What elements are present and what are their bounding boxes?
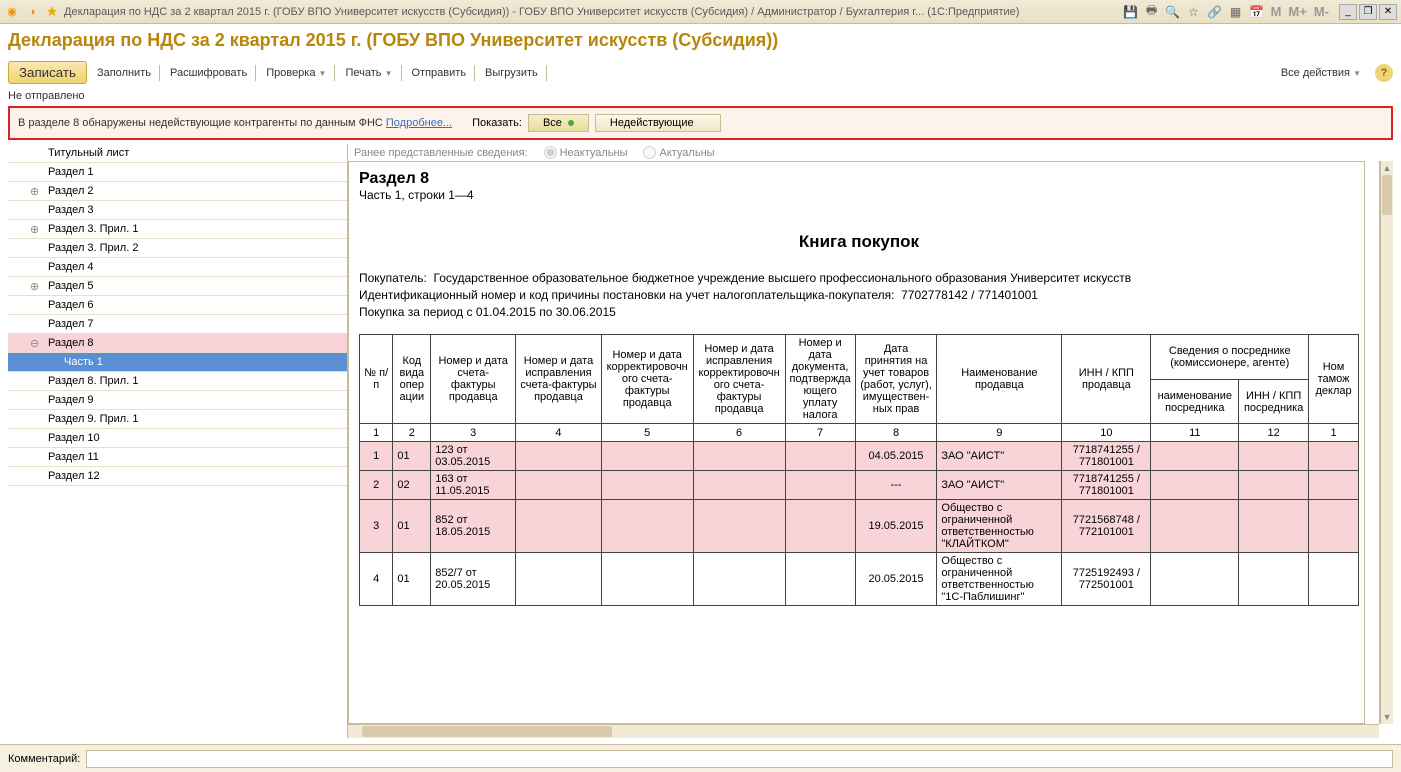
report-content[interactable]: Раздел 8 Часть 1, строки 1—4 Книга покуп…: [348, 161, 1365, 724]
main-area: Декларация по НДС за 2 квартал 2015 г. (…: [0, 24, 1401, 744]
calendar-icon[interactable]: 📅: [1248, 4, 1266, 20]
table-row[interactable]: 101123 от 03.05.201504.05.2015ЗАО "АИСТ"…: [360, 442, 1359, 471]
m-plus-button[interactable]: M+: [1286, 4, 1308, 19]
sidebar-item[interactable]: Титульный лист: [8, 144, 347, 163]
star-icon[interactable]: ☆: [1185, 4, 1203, 20]
sidebar: Титульный листРаздел 1Раздел 2Раздел 3Ра…: [8, 144, 348, 738]
radio-neactual: [544, 146, 557, 159]
write-button[interactable]: Записать: [8, 61, 87, 84]
warning-text: В разделе 8 обнаружены недействующие кон…: [18, 117, 452, 129]
print-button[interactable]: Печать ▼: [341, 65, 401, 81]
section-subtitle: Часть 1, строки 1—4: [359, 188, 1359, 202]
horizontal-scrollbar[interactable]: [348, 724, 1379, 738]
chevron-down-icon: ▼: [385, 69, 393, 78]
minimize-button[interactable]: _: [1339, 4, 1357, 20]
send-button[interactable]: Отправить: [408, 65, 476, 81]
export-button[interactable]: Выгрузить: [481, 65, 547, 81]
app-icon: ◉: [4, 4, 20, 20]
check-button[interactable]: Проверка ▼: [262, 65, 335, 81]
table-row[interactable]: 202163 от 11.05.2015---ЗАО "АИСТ"7718741…: [360, 471, 1359, 500]
sidebar-item[interactable]: Раздел 6: [8, 296, 347, 315]
all-actions-button[interactable]: Все действия ▼: [1277, 65, 1369, 81]
sidebar-item[interactable]: Раздел 3: [8, 201, 347, 220]
titlebar: ◉ ◑ ★ Декларация по НДС за 2 квартал 201…: [0, 0, 1401, 24]
sidebar-item[interactable]: Раздел 9: [8, 391, 347, 410]
fill-button[interactable]: Заполнить: [93, 65, 160, 81]
sidebar-item[interactable]: Раздел 4: [8, 258, 347, 277]
report-meta: Ранее представленные сведения: Неактуаль…: [348, 144, 1393, 161]
sidebar-item[interactable]: Раздел 7: [8, 315, 347, 334]
sidebar-item[interactable]: Часть 1: [8, 353, 347, 372]
footer: Комментарий:: [0, 744, 1401, 772]
sidebar-item[interactable]: Раздел 1: [8, 163, 347, 182]
close-button[interactable]: ✕: [1379, 4, 1397, 20]
table-row[interactable]: 401852/7 от 20.05.201520.05.2015Общество…: [360, 553, 1359, 606]
chevron-down-icon: ▼: [319, 69, 327, 78]
sidebar-item[interactable]: Раздел 8: [8, 334, 347, 353]
report-panel: Ранее представленные сведения: Неактуаль…: [348, 144, 1393, 738]
favorite-icon[interactable]: ★: [44, 4, 60, 20]
m-minus-button[interactable]: M-: [1312, 4, 1331, 19]
vertical-scrollbar[interactable]: ▲ ▼: [1379, 161, 1393, 724]
status-line: Не отправлено: [8, 90, 1393, 102]
sidebar-item[interactable]: Раздел 10: [8, 429, 347, 448]
help-icon[interactable]: ?: [1375, 64, 1393, 82]
decode-button[interactable]: Расшифровать: [166, 65, 256, 81]
table-row[interactable]: 301852 от 18.05.201519.05.2015Общество с…: [360, 500, 1359, 553]
window-title: Декларация по НДС за 2 квартал 2015 г. (…: [64, 6, 1118, 18]
link-icon[interactable]: 🔗: [1206, 4, 1224, 20]
warning-box: В разделе 8 обнаружены недействующие кон…: [8, 106, 1393, 140]
sidebar-item[interactable]: Раздел 3. Прил. 2: [8, 239, 347, 258]
sidebar-item[interactable]: Раздел 2: [8, 182, 347, 201]
print-icon[interactable]: 🖶: [1143, 4, 1161, 20]
nav-back-icon[interactable]: ◑: [24, 4, 40, 20]
book-title: Книга покупок: [359, 232, 1359, 252]
purchase-table: № п/пКод вида опер ацииНомер и дата счет…: [359, 334, 1359, 606]
sidebar-item[interactable]: Раздел 3. Прил. 1: [8, 220, 347, 239]
sidebar-item[interactable]: Раздел 5: [8, 277, 347, 296]
dot-icon: [568, 120, 574, 126]
show-label: Показать:: [472, 117, 522, 129]
m-button[interactable]: M: [1269, 4, 1284, 19]
comment-label: Комментарий:: [8, 753, 80, 765]
sidebar-item[interactable]: Раздел 11: [8, 448, 347, 467]
filter-inactive-button[interactable]: Недействующие: [595, 114, 721, 132]
comment-input[interactable]: [86, 750, 1393, 768]
buyer-info: Покупатель: Государственное образователь…: [359, 270, 1359, 320]
sidebar-item[interactable]: Раздел 12: [8, 467, 347, 486]
sidebar-item[interactable]: Раздел 8. Прил. 1: [8, 372, 347, 391]
section-title: Раздел 8: [359, 170, 1359, 188]
titlebar-tools: 💾 🖶 🔍 ☆ 🔗 ▦ 📅 M M+ M-: [1122, 4, 1331, 20]
filter-all-button[interactable]: Все: [528, 114, 589, 132]
save-icon[interactable]: 💾: [1122, 4, 1140, 20]
calc-icon[interactable]: ▦: [1227, 4, 1245, 20]
page-title: Декларация по НДС за 2 квартал 2015 г. (…: [8, 30, 1393, 51]
radio-actual: [643, 146, 656, 159]
toolbar: Записать Заполнить Расшифровать Проверка…: [8, 61, 1393, 84]
chevron-down-icon: ▼: [1353, 69, 1361, 78]
details-link[interactable]: Подробнее...: [386, 117, 452, 129]
search-icon[interactable]: 🔍: [1164, 4, 1182, 20]
window-controls: _ ❐ ✕: [1339, 4, 1397, 20]
sidebar-item[interactable]: Раздел 9. Прил. 1: [8, 410, 347, 429]
restore-button[interactable]: ❐: [1359, 4, 1377, 20]
